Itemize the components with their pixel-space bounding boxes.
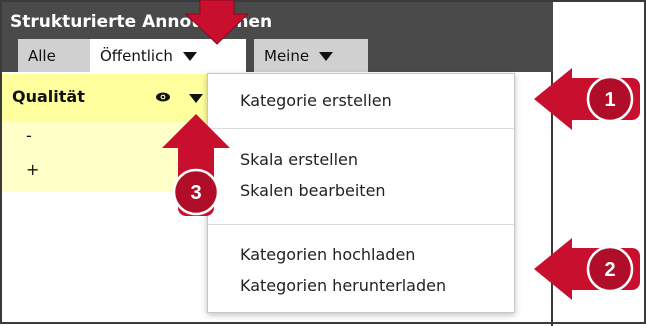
callout-3-number: 3 — [190, 182, 201, 204]
tab-alle[interactable]: Alle — [18, 39, 90, 72]
callout-3: 3 — [162, 114, 230, 216]
tab-meine[interactable]: Meine — [254, 39, 368, 72]
callout-2: 2 — [534, 238, 640, 300]
menu-divider — [208, 224, 514, 225]
menu-item-skala-erstellen[interactable]: Skala erstellen — [240, 150, 358, 169]
menu-divider — [208, 128, 514, 129]
eye-icon[interactable] — [156, 92, 170, 102]
callout-2-number: 2 — [604, 259, 615, 281]
callout-1-number: 1 — [604, 89, 615, 111]
arrow-down-icon — [184, 0, 250, 45]
tab-alle-label: Alle — [28, 46, 56, 65]
tab-oeffentlich-label: Öffentlich — [100, 46, 173, 65]
chevron-down-icon[interactable] — [189, 94, 203, 103]
column-dropdown-menu: Kategorie erstellen Skala erstellen Skal… — [207, 73, 515, 313]
callout-1: 1 — [534, 68, 640, 130]
menu-item-kategorien-herunterladen[interactable]: Kategorien herunterladen — [240, 276, 446, 295]
chevron-down-icon[interactable] — [182, 52, 197, 61]
menu-item-kategorie-erstellen[interactable]: Kategorie erstellen — [240, 91, 392, 110]
scale-value-plus[interactable]: + — [26, 160, 39, 179]
tab-meine-label: Meine — [264, 46, 310, 65]
scale-value-minus[interactable]: - — [26, 126, 32, 145]
menu-item-skalen-bearbeiten[interactable]: Skalen bearbeiten — [240, 181, 386, 200]
chevron-down-icon[interactable] — [319, 52, 334, 61]
menu-item-kategorien-hochladen[interactable]: Kategorien hochladen — [240, 245, 415, 264]
column-header-label: Qualität — [12, 87, 85, 106]
